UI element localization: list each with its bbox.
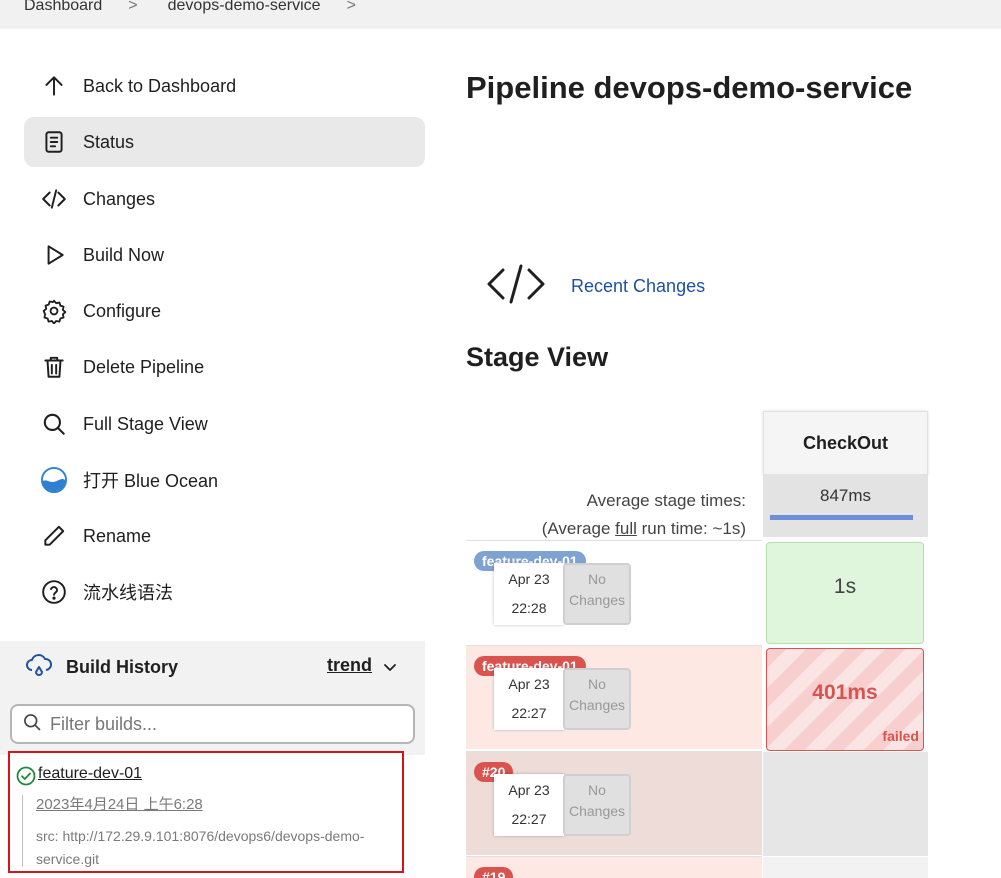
avg-full-suffix: run time: ~1s) <box>636 519 746 538</box>
sidebar-item-label: Delete Pipeline <box>83 356 205 377</box>
sidebar-item-build-now[interactable]: Build Now <box>24 230 425 280</box>
avg-time-value: 847ms <box>819 486 872 505</box>
code-icon <box>486 262 546 311</box>
run-badge[interactable]: #19 <box>474 867 514 878</box>
stage-cell-failed[interactable]: 401ms failed <box>766 648 924 751</box>
sidebar-item-label: Build Now <box>83 244 165 265</box>
stage-run-row[interactable]: #20 Apr 23 22:27 No Changes <box>466 751 762 855</box>
sidebar-item-label: Full Stage View <box>83 413 208 434</box>
build-source: src: http://172.29.9.101:8076/devops6/de… <box>36 828 365 867</box>
sidebar-item-label: 打开 Blue Ocean <box>83 471 219 491</box>
gear-icon <box>40 297 68 325</box>
stage-run-row[interactable]: feature-dev-01 Apr 23 22:28 No Changes <box>466 540 762 644</box>
sidebar-item-configure[interactable]: Configure <box>24 286 425 336</box>
build-history-entry[interactable]: feature-dev-01 2023年4月24日 上午6:28 src: ht… <box>8 751 404 873</box>
average-stage-times-label: Average stage times: (Average full run t… <box>466 487 746 543</box>
chevron-down-icon[interactable] <box>382 659 398 680</box>
recent-changes-link[interactable]: Recent Changes <box>571 276 705 297</box>
run-date-day: Apr 23 <box>508 676 550 692</box>
failed-label: failed <box>882 728 919 744</box>
run-date: Apr 23 22:28 <box>494 563 564 625</box>
arrow-up-icon <box>40 72 68 100</box>
page-title: Pipeline devops-demo-service <box>466 70 913 105</box>
sidebar-item-back-to-dashboard[interactable]: Back to Dashboard <box>24 61 425 111</box>
cloud-rain-icon <box>24 650 54 685</box>
stage-run-row[interactable]: feature-dev-01 Apr 23 22:27 No Changes <box>466 645 762 749</box>
sidebar-item-label: Configure <box>83 300 162 321</box>
breadcrumb: Dashboard > devops-demo-service > <box>0 0 1001 29</box>
stage-duration: 1s <box>833 575 857 598</box>
breadcrumb-separator: > <box>128 0 138 14</box>
blue-ocean-icon <box>40 466 68 494</box>
sidebar-item-status[interactable]: Status <box>24 117 425 167</box>
sidebar-item-rename[interactable]: Rename <box>24 511 425 561</box>
sidebar-item-label: Changes <box>83 188 156 209</box>
run-changes: No Changes <box>563 563 631 625</box>
build-history-header: Build History trend <box>0 641 425 693</box>
build-name-link[interactable]: feature-dev-01 <box>38 765 142 783</box>
filter-builds-box[interactable] <box>10 704 415 744</box>
stage-cell-empty <box>763 752 928 856</box>
stage-view-title: Stage View <box>466 342 609 372</box>
run-date-day: Apr 23 <box>508 571 550 587</box>
pencil-icon <box>40 522 68 550</box>
search-icon <box>40 410 68 438</box>
run-date: Apr 23 22:27 <box>494 668 564 730</box>
breadcrumb-separator: > <box>346 0 356 14</box>
run-date: Apr 23 22:27 <box>494 774 564 836</box>
avg-stage-times-text: Average stage times: <box>586 491 746 510</box>
run-changes: No Changes <box>563 774 631 836</box>
build-timeline-line <box>22 795 23 867</box>
sidebar-item-blue-ocean[interactable]: 打开 Blue Ocean <box>24 455 425 505</box>
run-date-time: 22:28 <box>511 600 547 616</box>
avg-full-runtime-text: (Average full run time: ~1s) <box>466 515 746 543</box>
trash-icon <box>40 353 68 381</box>
avg-time-checkout: 847ms <box>763 475 928 537</box>
play-icon <box>40 241 68 269</box>
run-date-time: 22:27 <box>511 705 547 721</box>
search-icon <box>22 712 42 737</box>
success-check-icon <box>16 766 36 791</box>
build-history-title: Build History <box>66 656 179 677</box>
run-date-time: 22:27 <box>511 811 547 827</box>
stage-duration: 401ms <box>812 681 878 704</box>
run-changes: No Changes <box>563 668 631 730</box>
run-date-day: Apr 23 <box>508 782 550 798</box>
document-icon <box>40 128 68 156</box>
stage-cell-success[interactable]: 1s <box>766 542 924 644</box>
breadcrumb-project[interactable]: devops-demo-service <box>168 0 321 15</box>
build-date-link[interactable]: 2023年4月24日 上午6:28 <box>36 793 203 814</box>
avg-time-bar <box>770 515 913 520</box>
filter-container <box>0 693 425 755</box>
sidebar-item-full-stage-view[interactable]: Full Stage View <box>24 399 425 449</box>
sidebar-item-label: Back to Dashboard <box>83 75 237 96</box>
sidebar-item-pipeline-syntax[interactable]: 流水线语法 <box>24 567 425 617</box>
help-icon <box>40 578 68 606</box>
stage-header-checkout: CheckOut <box>763 411 928 475</box>
stage-cell-empty <box>763 857 928 878</box>
trend-link[interactable]: trend <box>327 655 372 676</box>
breadcrumb-dashboard[interactable]: Dashboard <box>24 0 102 15</box>
sidebar-item-delete-pipeline[interactable]: Delete Pipeline <box>24 342 425 392</box>
avg-full-prefix: (Average <box>541 519 616 538</box>
sidebar-item-label: 流水线语法 <box>83 583 173 603</box>
code-icon <box>40 185 68 213</box>
stage-run-row[interactable]: #19 <box>466 856 762 878</box>
sidebar-item-changes[interactable]: Changes <box>24 174 425 224</box>
full-link[interactable]: full <box>615 519 637 538</box>
sidebar-item-label: Status <box>83 131 135 152</box>
filter-builds-input[interactable] <box>50 713 390 735</box>
sidebar-item-label: Rename <box>83 525 152 546</box>
